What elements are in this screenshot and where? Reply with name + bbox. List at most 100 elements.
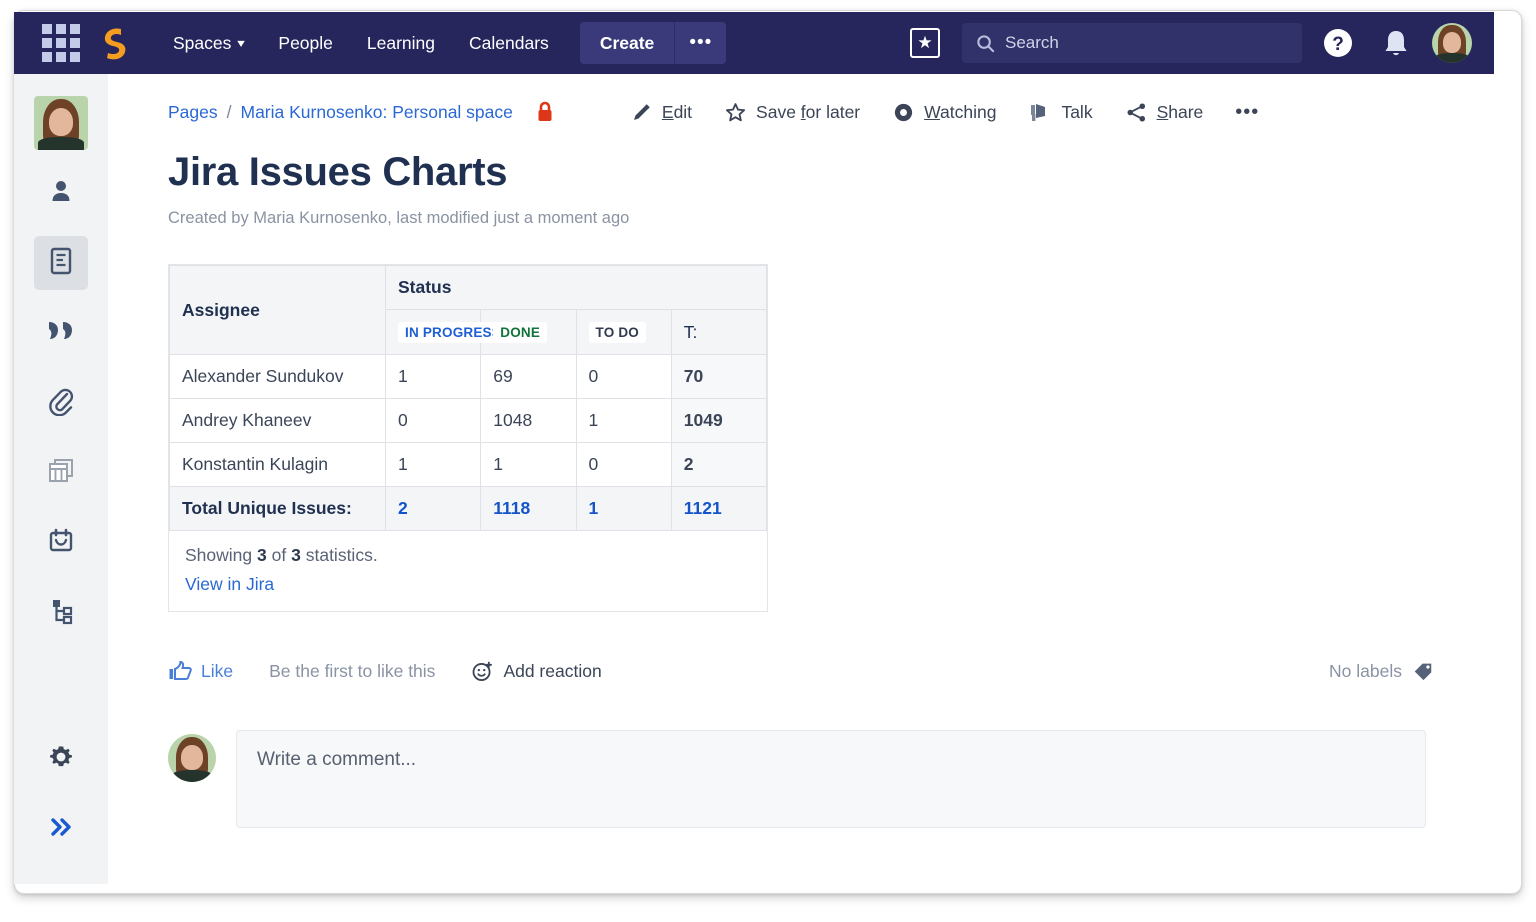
table-totals-row: Total Unique Issues: 2 1118 1 1121 — [169, 486, 768, 531]
nav-item-learning-label: Learning — [366, 32, 436, 53]
save-for-later-button[interactable]: Save for later — [724, 101, 860, 124]
view-in-jira-link[interactable]: View in Jira — [185, 574, 274, 595]
user-avatar[interactable] — [1432, 23, 1472, 63]
space-avatar[interactable] — [34, 96, 88, 150]
pencil-icon — [631, 101, 653, 123]
cell-total: 70 — [670, 354, 768, 399]
nav-item-people-label: People — [278, 32, 333, 53]
cell-total: 1049 — [670, 398, 768, 443]
sidebar-item-attachments[interactable] — [34, 376, 88, 430]
cell-in-progress: 1 — [384, 442, 482, 487]
cell-done: 1048 — [480, 398, 577, 443]
sidebar-item-space-cards[interactable] — [34, 446, 88, 500]
page-metadata: Created by Maria Kurnosenko, last modifi… — [168, 209, 630, 227]
emoji-plus-icon — [471, 660, 494, 683]
sidebar-item-pages[interactable] — [34, 236, 88, 290]
sidebar-item-calendars[interactable] — [34, 516, 88, 570]
showing-prefix: Showing — [185, 545, 253, 565]
showing-count: 3 — [257, 545, 267, 565]
talk-button[interactable]: Talk — [1028, 101, 1093, 123]
nav-item-learning[interactable]: Learning — [350, 12, 452, 74]
cell-totals-done: 1118 — [480, 486, 577, 531]
app-switcher-icon[interactable] — [38, 20, 84, 66]
showing-total: 3 — [291, 545, 301, 565]
pages-icon — [47, 246, 75, 281]
cell-totals-in-progress: 2 — [384, 486, 482, 531]
jira-issues-macro: Assignee Status IN PROGRESS DONE TO DO T… — [168, 264, 768, 612]
create-more-icon[interactable]: ••• — [674, 22, 726, 64]
nav-item-people[interactable]: People — [261, 12, 350, 74]
gear-icon — [47, 743, 75, 776]
table-row: Konstantin Kulagin 1 1 0 2 — [169, 442, 768, 487]
create-button-group: Create ••• — [579, 22, 727, 64]
search-icon — [976, 34, 995, 53]
table-row: Alexander Sundukov 1 69 0 70 — [169, 354, 768, 399]
page-social-row: Like Be the first to like this Add react… — [108, 656, 1494, 686]
sidebar-item-people[interactable] — [34, 166, 88, 220]
status-badge-to-do: TO DO — [588, 322, 647, 343]
help-icon[interactable]: ? — [1316, 21, 1360, 65]
sitemap-icon — [47, 597, 75, 630]
create-button[interactable]: Create — [580, 22, 674, 64]
table-body: Alexander Sundukov 1 69 0 70 Andrey Khan… — [169, 354, 768, 531]
cell-grand-total: 1121 — [670, 486, 768, 531]
sidebar-item-settings[interactable] — [34, 732, 88, 786]
cell-in-progress: 0 — [384, 398, 482, 443]
nav-item-spaces[interactable]: Spaces ▾ — [156, 12, 261, 74]
nav-item-calendars[interactable]: Calendars — [452, 12, 566, 74]
save-for-later-label: Save for later — [756, 101, 861, 122]
column-header-to-do: TO DO — [575, 309, 672, 355]
confluence-logo-icon[interactable] — [98, 23, 132, 63]
cell-assignee: Konstantin Kulagin — [169, 442, 386, 487]
breadcrumb-pages-link[interactable]: Pages — [168, 102, 218, 123]
sidebar-item-blog[interactable] — [34, 306, 88, 360]
jira-statistics-table: Assignee Status IN PROGRESS DONE TO DO T… — [169, 265, 768, 531]
status-badge-done: DONE — [493, 322, 548, 343]
macro-footer: Showing 3 of 3 statistics. View in Jira — [169, 531, 767, 611]
space-sidebar — [14, 74, 108, 884]
table-group-header-row: Assignee Status — [169, 265, 767, 355]
talk-label: Talk — [1061, 101, 1093, 122]
svg-text:?: ? — [1332, 34, 1344, 55]
like-button[interactable]: Like — [168, 660, 233, 682]
watching-button[interactable]: Watching — [892, 101, 996, 124]
statistics-count-text: Showing 3 of 3 statistics. — [185, 545, 751, 566]
cards-icon — [46, 457, 76, 490]
notification-bell-icon[interactable] — [1374, 21, 1418, 65]
breadcrumb-space-link[interactable]: Maria Kurnosenko: Personal space — [241, 102, 513, 123]
page-header-row: Pages / Maria Kurnosenko: Personal space — [108, 74, 1494, 124]
search-input[interactable]: Search — [962, 23, 1302, 63]
column-header-assignee: Assignee — [169, 265, 386, 355]
cell-to-do: 1 — [575, 398, 672, 443]
tag-icon — [1412, 660, 1434, 682]
page-labels[interactable]: No labels — [1329, 660, 1434, 682]
watching-label: Watching — [924, 101, 997, 122]
add-reaction-label: Add reaction — [503, 660, 602, 681]
search-placeholder: Search — [1005, 33, 1059, 52]
edit-button[interactable]: Edit — [631, 101, 692, 123]
megaphone-icon — [1028, 101, 1052, 123]
share-button[interactable]: Share — [1125, 101, 1203, 124]
cell-totals-to-do: 1 — [575, 486, 672, 531]
cell-done: 1 — [480, 442, 577, 487]
comment-input[interactable]: Write a comment... — [236, 730, 1426, 828]
double-chevron-right-icon — [47, 815, 75, 844]
page-actions-more-button[interactable]: ••• — [1235, 101, 1259, 124]
like-button-label: Like — [201, 660, 234, 681]
sidebar-item-page-tree[interactable] — [34, 586, 88, 640]
thumbs-up-icon — [168, 660, 192, 682]
cell-total: 2 — [670, 442, 768, 487]
labels-label: No labels — [1329, 660, 1402, 681]
cell-to-do: 0 — [575, 354, 672, 399]
add-reaction-button[interactable]: Add reaction — [471, 660, 602, 683]
comment-row: Write a comment... — [108, 730, 1494, 828]
chevron-down-icon: ▾ — [237, 36, 246, 50]
sidebar-expand-button[interactable] — [34, 802, 88, 856]
cell-in-progress: 1 — [384, 354, 482, 399]
starred-icon[interactable]: ★ — [910, 28, 940, 58]
calendar-icon — [47, 527, 75, 560]
lock-icon[interactable] — [535, 100, 555, 124]
cell-totals-label: Total Unique Issues: — [169, 486, 386, 531]
cell-done: 69 — [480, 354, 577, 399]
breadcrumb-separator: / — [226, 101, 232, 122]
